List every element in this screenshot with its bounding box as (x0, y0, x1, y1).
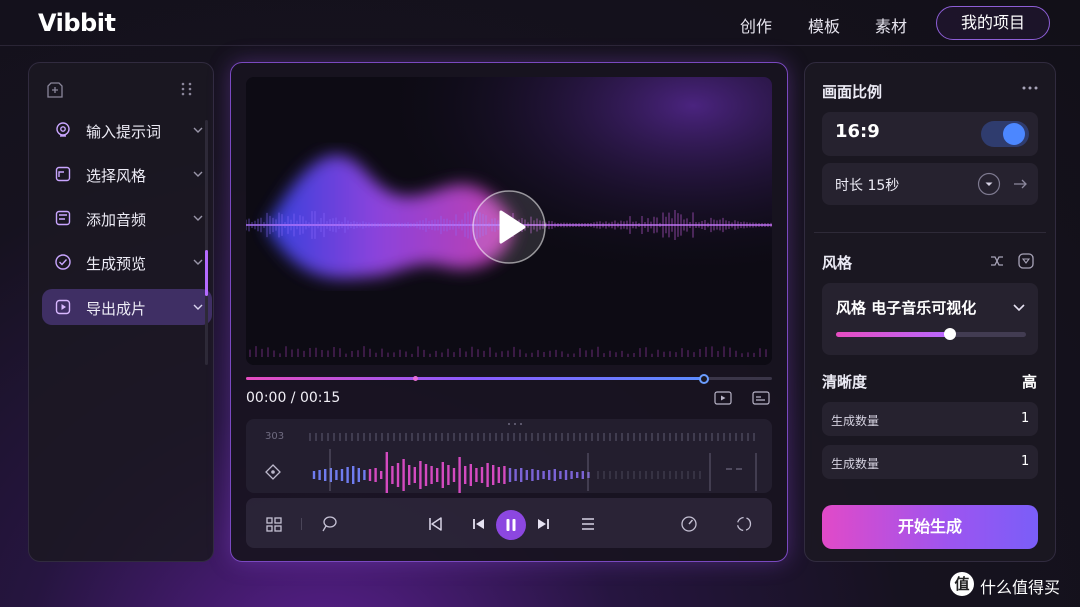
loop-icon[interactable] (735, 515, 753, 533)
sidebar-item-preview[interactable]: 生成预览 (42, 244, 212, 280)
watermark-logo: 值 (950, 572, 974, 596)
check-badge-icon (55, 254, 71, 270)
style-preview-icon[interactable] (1017, 252, 1035, 270)
sidebar-item-label: 选择风格 (86, 167, 147, 185)
playback-scrubber[interactable] (698, 374, 709, 384)
keyframe-icon[interactable] (264, 463, 282, 481)
video-preview[interactable] (246, 77, 772, 365)
app-logo[interactable]: Vibbit (38, 9, 116, 37)
timeline-label: 303 (265, 431, 285, 442)
chevron-down-icon (193, 304, 203, 310)
play-button[interactable] (472, 190, 546, 264)
top-bar: Vibbit 创作 模板 素材 我的项目 (0, 0, 1080, 46)
style-value: 风格 电子音乐可视化 (836, 299, 977, 317)
style-slider-knob[interactable] (944, 328, 956, 340)
export-play-icon (55, 299, 71, 315)
skip-start-icon[interactable] (426, 515, 444, 533)
previous-icon[interactable] (470, 515, 488, 533)
sidebar-item-label: 导出成片 (86, 300, 147, 318)
chevron-down-icon (193, 215, 203, 221)
lasso-icon[interactable] (320, 515, 338, 533)
arrow-right-icon[interactable] (1013, 177, 1029, 191)
duration-time: 00:15 (299, 390, 341, 406)
style-card-icon (55, 166, 71, 182)
toggle-knob (1003, 123, 1025, 145)
subtitles-icon[interactable] (752, 391, 770, 405)
count-label: 生成数量 (831, 414, 880, 428)
collapse-panel-icon[interactable] (46, 81, 64, 99)
next-icon[interactable] (534, 515, 552, 533)
sidebar-item-label: 生成预览 (86, 255, 147, 273)
count-label: 生成数量 (831, 457, 880, 471)
timeline-ruler (309, 433, 755, 441)
sidebar-item-style[interactable]: 选择风格 (42, 156, 212, 192)
duration-label: 时长 15秒 (835, 178, 900, 194)
playback-marker[interactable] (413, 376, 418, 381)
audio-timeline[interactable]: 303 (246, 419, 772, 498)
aspect-ratio-title: 画面比例 (822, 83, 883, 101)
nav-assets[interactable]: 素材 (875, 13, 907, 37)
sidebar-item-audio[interactable]: 添加音频 (42, 200, 212, 236)
drag-handle-icon[interactable] (180, 81, 194, 97)
generate-button[interactable]: 开始生成 (822, 505, 1038, 549)
sidebar-item-label: 添加音频 (86, 211, 147, 229)
style-slider-fill (836, 332, 950, 337)
chevron-down-icon (193, 171, 203, 177)
audio-file-icon (55, 210, 71, 226)
nav-templates[interactable]: 模板 (808, 13, 840, 37)
quality-title: 清晰度 (822, 373, 868, 391)
sidebar-scroll-thumb[interactable] (205, 250, 208, 296)
chevron-down-icon (193, 127, 203, 133)
duration-dropdown-icon[interactable] (977, 172, 1001, 196)
pause-icon (506, 519, 516, 531)
more-options-icon[interactable] (1021, 84, 1039, 92)
playback-progress-fill (246, 377, 704, 380)
sidebar-item-export[interactable]: 导出成片 (42, 289, 212, 325)
speed-gauge-icon[interactable] (680, 515, 698, 533)
chevron-down-icon (193, 259, 203, 265)
style-title: 风格 (822, 254, 853, 272)
shuffle-icon[interactable] (988, 253, 1006, 269)
nav-create[interactable]: 创作 (740, 13, 772, 37)
watermark-text: 什么值得买 (980, 578, 1061, 597)
current-time: 00:00 (246, 390, 287, 406)
watermark: 值 什么值得买 (950, 572, 1072, 598)
playback-time: 00:00 / 00:15 (246, 390, 341, 406)
grid-view-icon[interactable] (265, 515, 283, 533)
youtube-icon[interactable] (714, 391, 732, 405)
sidebar-item-label: 输入提示词 (86, 123, 162, 141)
sidebar-item-prompt[interactable]: 输入提示词 (42, 112, 212, 148)
timeline-waveform (309, 423, 757, 498)
count-value: 1 (1021, 411, 1030, 426)
timeline-audio-bars (312, 449, 757, 498)
aspect-ratio-value: 16:9 (835, 121, 880, 142)
pause-button[interactable] (496, 510, 526, 540)
divider (814, 232, 1046, 233)
menu-list-icon[interactable] (579, 515, 597, 533)
lightbulb-icon (56, 122, 70, 137)
quality-value[interactable]: 高 (1022, 371, 1037, 392)
sidebar-scrollbar[interactable] (205, 120, 208, 365)
chevron-down-icon[interactable] (1012, 303, 1026, 313)
divider (301, 518, 302, 530)
style-card[interactable] (822, 283, 1038, 355)
my-projects-button[interactable]: 我的项目 (936, 6, 1050, 40)
count-value: 1 (1021, 454, 1030, 469)
